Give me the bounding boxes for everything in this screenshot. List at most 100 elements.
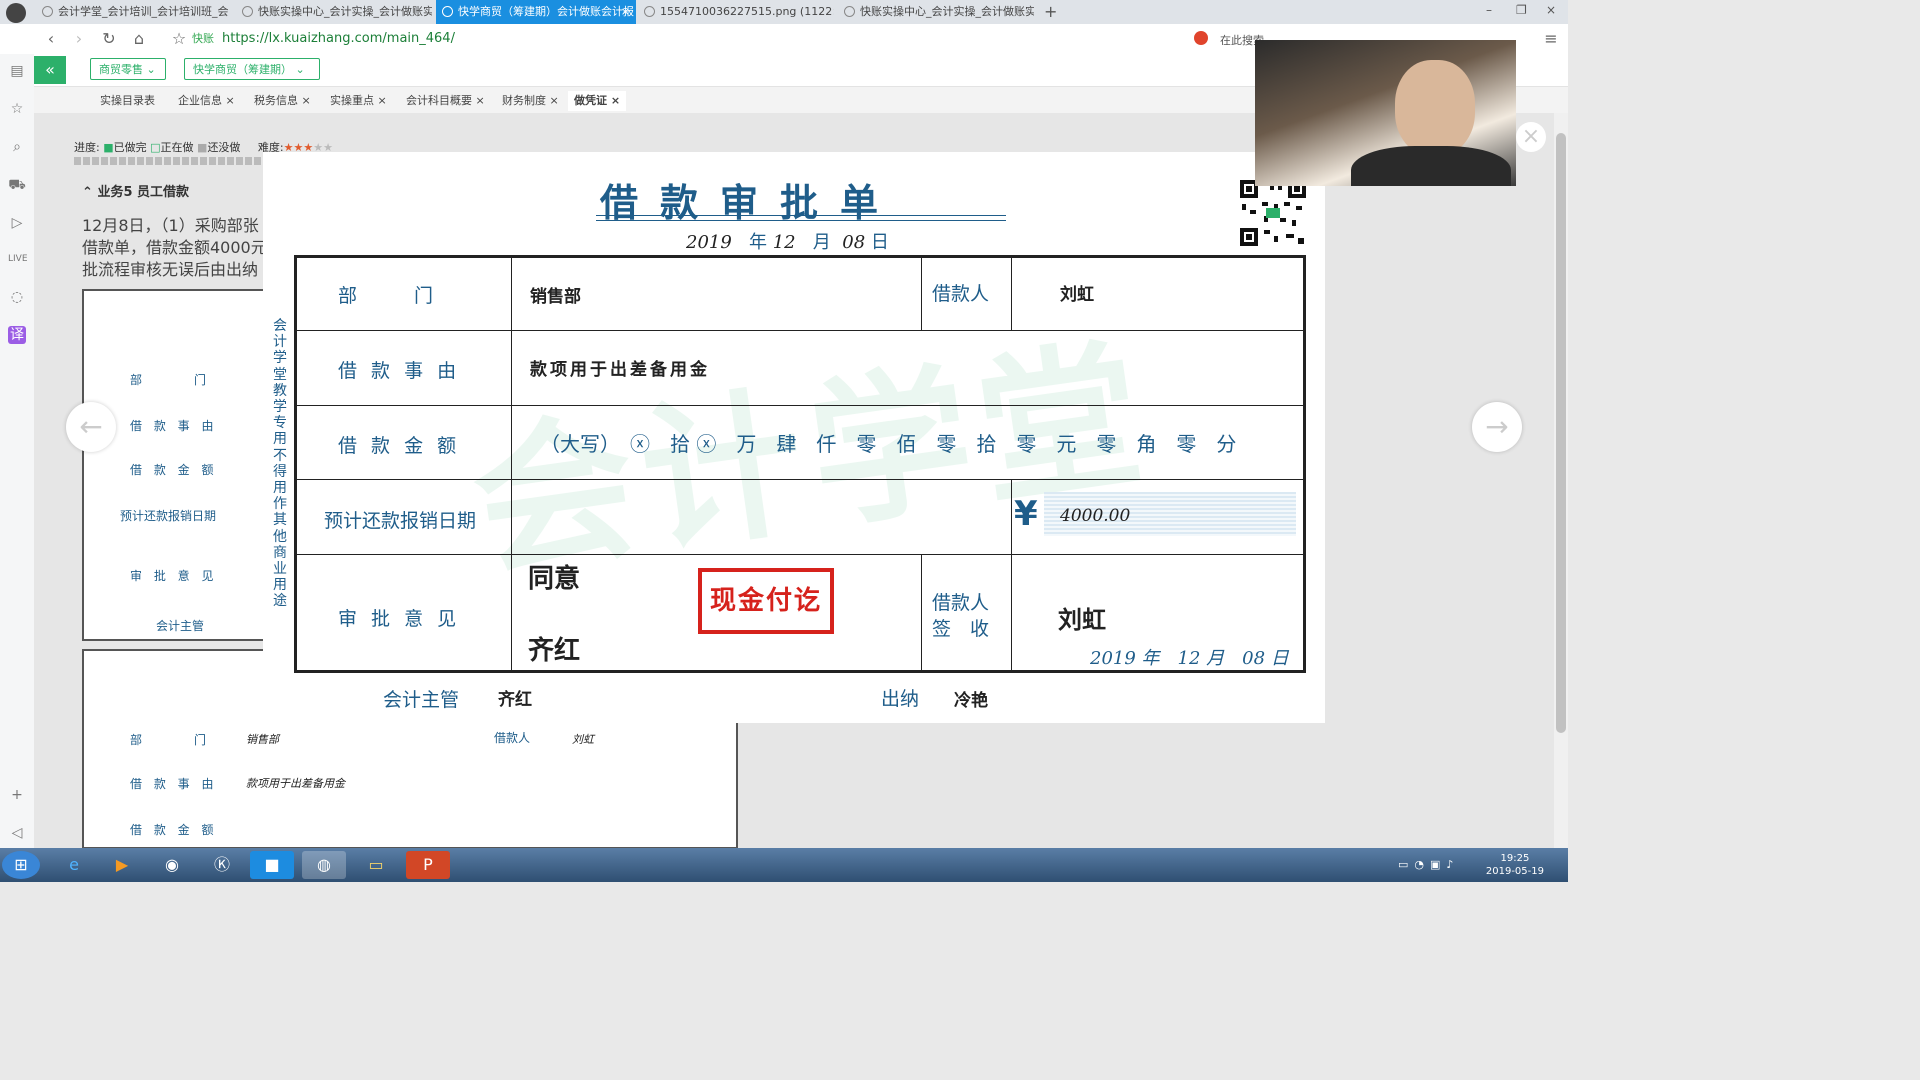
close-icon[interactable]: × (226, 94, 235, 107)
new-tab-icon[interactable]: + (1044, 2, 1057, 21)
taskbar-clock[interactable]: 19:25 2019-05-19 (1486, 852, 1544, 878)
reload-icon[interactable]: ↻ (98, 28, 120, 50)
close-icon[interactable]: × (476, 94, 485, 107)
url-field[interactable]: https://lx.kuaizhang.com/main_464/ (222, 29, 455, 49)
amount-value: 4000.00 (1060, 506, 1131, 526)
tab-label: 税务信息 (254, 94, 298, 107)
tab-tax-info[interactable]: 税务信息 × (254, 91, 311, 111)
tab-company-info[interactable]: 企业信息 × (178, 91, 235, 111)
sign-date: 2019 年 12 月 08 日 (1090, 648, 1289, 669)
browser-tab-3-active[interactable]: 快学商贸（筹建期）会计做账会计报 × (436, 0, 636, 24)
home-icon[interactable]: ⌂ (128, 28, 150, 50)
chrome-icon[interactable]: ◉ (150, 851, 194, 879)
bg2-department-label: 部 门 (130, 733, 211, 747)
reason-value: 款项用于出差备用金 (530, 360, 710, 380)
collapse-sidebar-icon[interactable]: ◁ (8, 824, 26, 842)
title-underline (596, 215, 1006, 216)
tray-icons[interactable]: ▭◔▣♪ (1398, 858, 1459, 871)
camera-app-icon[interactable]: ■ (250, 851, 294, 879)
industry-dropdown[interactable]: 商贸零售 ⌄ (90, 58, 166, 80)
translate-icon[interactable]: 译 (8, 326, 26, 344)
approval-text: 同意 (528, 564, 581, 594)
bg2-department-value: 销售部 (246, 733, 279, 746)
browser-app-icon[interactable]: ◍ (302, 851, 346, 879)
reading-list-icon[interactable]: ▤ (8, 62, 26, 80)
powerpoint-icon[interactable]: P (406, 851, 450, 879)
next-arrow-button[interactable]: → (1472, 402, 1522, 452)
scrollbar-thumb[interactable] (1556, 133, 1566, 733)
approver-name: 齐红 (528, 636, 581, 666)
add-icon[interactable]: + (8, 786, 26, 804)
clock-date: 2019-05-19 (1485, 866, 1544, 877)
browser-tab-2[interactable]: 快账实操中心_会计实操_会计做账实 (236, 0, 432, 24)
page-scrollbar[interactable] (1554, 113, 1568, 848)
k-app-icon[interactable]: Ⓚ (200, 851, 244, 879)
business-title-text: 业务5 员工借款 (97, 185, 190, 200)
chat-icon[interactable]: ◌ (8, 288, 26, 306)
close-icon[interactable]: × (550, 94, 559, 107)
bg-reason-label: 借 款 事 由 (130, 419, 218, 433)
folder-icon[interactable]: ▭ (354, 851, 398, 879)
table-col-divider (1011, 554, 1012, 672)
approval-label: 审 批 意 见 (338, 608, 461, 630)
amount-in-words: （大写） ⓧ 拾 ⓧ 万 肆 仟 零 佰 零 拾 零 元 零 角 零 分 (540, 432, 1237, 456)
window-close-icon[interactable]: × (1546, 3, 1556, 17)
close-icon[interactable]: × (378, 94, 387, 107)
search-engine-icon[interactable] (1194, 31, 1208, 45)
sign-label: 签 收 (932, 618, 990, 640)
form-date: 2019 年 12 月 08 日 (686, 228, 889, 254)
video-icon[interactable]: ▷ (8, 214, 26, 232)
collapse-menu-icon[interactable]: « (34, 56, 66, 84)
bg2-reason-value: 款项用于出差备用金 (246, 777, 345, 790)
favorites-icon[interactable]: ☆ (8, 100, 26, 118)
live-icon[interactable]: LIVE (8, 250, 28, 268)
progress-track (74, 157, 264, 165)
presenter-face (1395, 60, 1475, 156)
accountant-value: 齐红 (498, 690, 532, 710)
prev-arrow-button[interactable]: ← (66, 402, 116, 452)
tab-finance-system[interactable]: 财务制度 × (502, 91, 559, 111)
tab-key-points[interactable]: 实操重点 × (330, 91, 387, 111)
tab-label: 快账实操中心_会计实操_会计做账实 (860, 5, 1034, 18)
browser-logo-icon[interactable] (6, 3, 26, 23)
ie-icon[interactable]: e (52, 851, 96, 879)
side-usage-note: 会计学堂教学专用不得用作其他商业用途 (273, 318, 287, 610)
tab-favicon-icon (242, 6, 253, 17)
business-title[interactable]: ⌃ 业务5 员工借款 (82, 181, 189, 200)
window-restore-icon[interactable]: ❐ (1516, 3, 1527, 17)
forward-icon[interactable]: › (68, 28, 90, 50)
tab-catalog[interactable]: 实操目录表 (100, 91, 155, 111)
browser-tab-4[interactable]: 1554710036227515.png (1122×56 (638, 0, 834, 24)
date-year: 2019 (686, 232, 732, 253)
company-dropdown[interactable]: 快学商贸（筹建期） ⌄ (184, 58, 320, 80)
browser-tab-5[interactable]: 快账实操中心_会计实操_会计做账实 (838, 0, 1034, 24)
bg-repay-label: 预计还款报销日期 (120, 509, 217, 523)
window-minimize-icon[interactable]: – (1486, 3, 1492, 17)
close-icon[interactable]: × (302, 94, 311, 107)
tab-account-summary[interactable]: 会计科目概要 × (406, 91, 485, 111)
cart-icon[interactable]: ⛟ (8, 176, 26, 194)
windows-taskbar: ⊞ e ▶ ◉ Ⓚ ■ ◍ ▭ P ▭◔▣♪ 19:25 2019-05-19 (0, 848, 1568, 882)
doing-marker-icon: □ (150, 141, 161, 154)
date-year-unit: 年 (748, 232, 767, 253)
tab-voucher[interactable]: 做凭证 × (568, 91, 627, 111)
search-icon[interactable]: ⌕ (8, 138, 26, 156)
bg2-amount-label: 借 款 金 额 (130, 823, 218, 837)
webcam-overlay (1255, 40, 1516, 186)
tab-close-icon[interactable]: × (621, 0, 630, 24)
table-border-bottom (294, 670, 1306, 673)
close-modal-button[interactable]: × (1516, 122, 1546, 152)
back-icon[interactable]: ‹ (40, 28, 62, 50)
tab-label: 做凭证 (574, 94, 607, 107)
bg-amount-label: 借 款 金 额 (130, 463, 218, 477)
close-icon[interactable]: × (611, 94, 620, 107)
media-player-icon[interactable]: ▶ (100, 851, 144, 879)
bookmark-star-icon[interactable]: ☆ (168, 28, 190, 50)
start-button-icon[interactable]: ⊞ (2, 851, 40, 879)
browser-tab-1[interactable]: 会计学堂_会计培训_会计培训班_会计 (36, 0, 228, 24)
chevron-down-icon: ⌄ (295, 63, 305, 76)
cash-paid-stamp: 现金付讫 (698, 568, 834, 634)
table-border-top (294, 255, 1306, 258)
menu-icon[interactable]: ≡ (1540, 28, 1562, 50)
borrower-sign-label: 借款人 (932, 592, 990, 614)
